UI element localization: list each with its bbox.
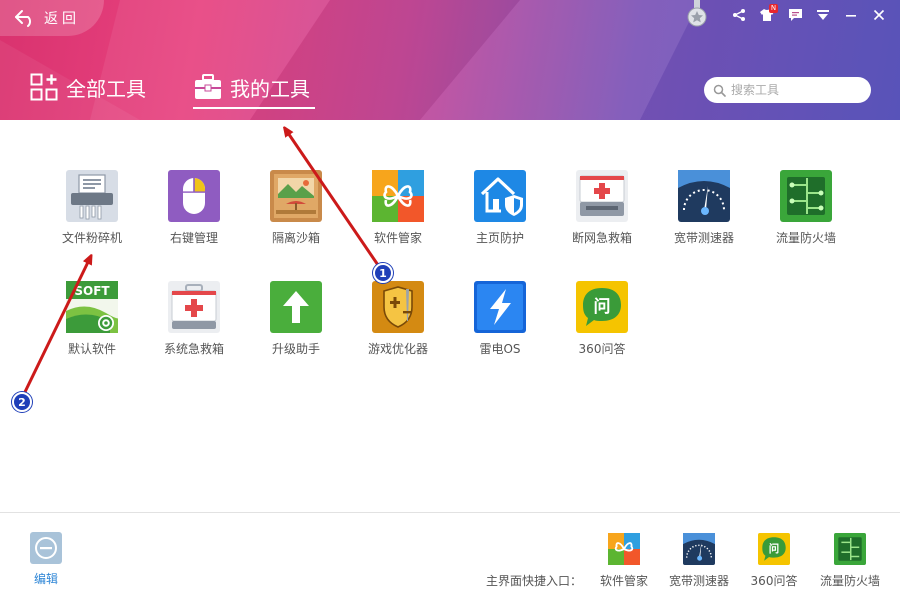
software-manager-icon xyxy=(608,533,640,565)
qa-glyph: 问 xyxy=(769,542,779,555)
tool-label: 雷电OS xyxy=(479,342,521,356)
tool-software-manager[interactable]: 软件管家 xyxy=(353,170,443,260)
tool-isolation-sandbox[interactable]: 隔离沙箱 xyxy=(251,170,341,260)
tab-all-tools-label: 全部工具 xyxy=(66,76,146,101)
tab-my-tools[interactable]: 我的工具 xyxy=(194,72,310,102)
tool-default-software[interactable]: SOFT 默认软件 xyxy=(47,281,137,371)
close-button[interactable] xyxy=(866,2,892,28)
tool-label: 360问答 xyxy=(578,342,626,356)
active-tab-underline xyxy=(193,107,315,109)
minimize-icon xyxy=(846,15,856,17)
tool-label: 流量防火墙 xyxy=(775,231,836,245)
speed-gauge-icon xyxy=(678,170,730,222)
shortcut-360-qa[interactable]: 问 360问答 xyxy=(736,533,812,593)
system-first-aid-icon xyxy=(168,281,220,333)
feedback-button[interactable] xyxy=(782,2,808,28)
annotation-badge-2: 2 xyxy=(12,392,32,412)
tool-label: 宽带测速器 xyxy=(673,231,734,245)
tool-file-shredder[interactable]: 文件粉碎机 xyxy=(47,170,137,260)
tool-label: 主页防护 xyxy=(475,231,524,245)
search-icon xyxy=(713,84,726,97)
qa-bubble-icon: 问 xyxy=(576,281,628,333)
back-arrow-icon xyxy=(15,10,31,27)
search-box[interactable] xyxy=(704,77,871,103)
menu-dropdown-icon xyxy=(817,10,829,20)
shortcut-label: 流量防火墙 xyxy=(819,574,880,588)
default-software-icon: SOFT xyxy=(66,281,118,333)
tab-all-tools[interactable]: 全部工具 xyxy=(30,72,146,102)
right-click-mouse-icon xyxy=(168,170,220,222)
shortcut-caption: 主界面快捷入口： xyxy=(486,574,583,588)
qa-bubble-icon: 问 xyxy=(758,533,790,565)
medal-icon[interactable] xyxy=(686,0,708,28)
edit-label: 编辑 xyxy=(33,572,58,586)
share-button[interactable] xyxy=(726,2,752,28)
shortcut-broadband-speed-test[interactable]: 宽带测速器 xyxy=(661,533,737,593)
share-icon xyxy=(733,9,745,21)
shortcut-label: 360问答 xyxy=(750,574,798,588)
tool-label: 升级助手 xyxy=(271,342,320,356)
tool-360-qa[interactable]: 问 360问答 xyxy=(557,281,647,371)
shortcut-label: 宽带测速器 xyxy=(668,574,729,588)
skin-button[interactable]: N xyxy=(754,2,780,28)
tool-lightning-os[interactable]: 雷电OS xyxy=(455,281,545,371)
minimize-button[interactable] xyxy=(838,2,864,28)
back-label: 返回 xyxy=(44,11,80,27)
tool-label: 隔离沙箱 xyxy=(271,231,320,245)
sandbox-icon xyxy=(270,170,322,222)
network-first-aid-icon xyxy=(576,170,628,222)
tool-network-first-aid[interactable]: 断网急救箱 xyxy=(557,170,647,260)
lightning-os-icon xyxy=(474,281,526,333)
tool-label: 断网急救箱 xyxy=(571,231,632,245)
software-manager-icon xyxy=(372,170,424,222)
tool-system-first-aid[interactable]: 系统急救箱 xyxy=(149,281,239,371)
tool-homepage-protection[interactable]: 主页防护 xyxy=(455,170,545,260)
menu-button[interactable] xyxy=(810,2,836,28)
qa-glyph: 问 xyxy=(594,296,611,317)
tab-my-tools-label: 我的工具 xyxy=(230,76,310,101)
tool-label: 右键管理 xyxy=(169,231,218,245)
toolbox-icon xyxy=(195,74,221,99)
upgrade-arrow-icon xyxy=(270,281,322,333)
annotation-badge-1: 1 xyxy=(373,263,393,283)
traffic-firewall-icon xyxy=(780,170,832,222)
close-icon xyxy=(873,9,885,21)
tool-label: 文件粉碎机 xyxy=(61,231,122,245)
tool-game-optimizer[interactable]: 游戏优化器 xyxy=(353,281,443,371)
tool-upgrade-assistant[interactable]: 升级助手 xyxy=(251,281,341,371)
traffic-firewall-icon xyxy=(834,533,866,565)
soft-text: SOFT xyxy=(74,284,110,298)
tool-label: 系统急救箱 xyxy=(163,342,224,356)
homepage-shield-icon xyxy=(474,170,526,222)
speed-gauge-icon xyxy=(683,533,715,565)
tool-label: 游戏优化器 xyxy=(367,342,428,356)
footer-divider xyxy=(0,512,900,513)
tool-broadband-speed-test[interactable]: 宽带测速器 xyxy=(659,170,749,260)
edit-minus-icon xyxy=(30,532,62,564)
tool-traffic-firewall[interactable]: 流量防火墙 xyxy=(761,170,851,260)
search-input[interactable] xyxy=(731,83,861,97)
game-optimizer-shield-icon xyxy=(372,281,424,333)
header-banner: 返回 N 全部工具 我的工具 搜索工具 xyxy=(0,0,900,120)
message-icon xyxy=(788,9,802,21)
tool-label: 软件管家 xyxy=(373,231,422,245)
tool-label: 默认软件 xyxy=(67,342,116,356)
shortcut-traffic-firewall[interactable]: 流量防火墙 xyxy=(812,533,888,593)
notification-badge: N xyxy=(769,4,778,13)
grid-plus-icon xyxy=(30,73,58,101)
window-controls: N xyxy=(724,2,892,28)
tool-right-click-manager[interactable]: 右键管理 xyxy=(149,170,239,260)
shortcut-label: 软件管家 xyxy=(599,574,648,588)
shortcut-software-manager[interactable]: 软件管家 xyxy=(586,533,662,593)
file-shredder-icon xyxy=(66,170,118,222)
edit-button[interactable]: 编辑 xyxy=(24,532,68,590)
